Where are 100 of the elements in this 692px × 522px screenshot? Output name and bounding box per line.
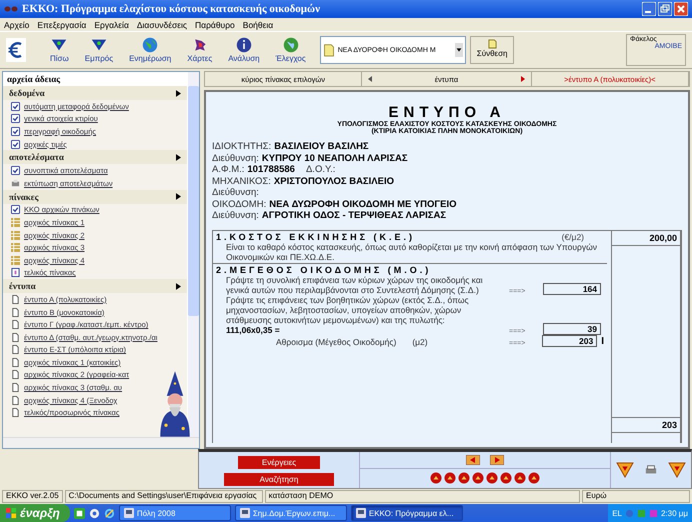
euro-icon <box>6 38 26 62</box>
status-field: Ευρώ <box>582 490 690 503</box>
field-label: ΙΔΙΟΚΤΗΤΗΣ: <box>212 141 272 152</box>
nav-button-icon[interactable] <box>472 472 484 484</box>
nav-button-icon[interactable] <box>486 472 498 484</box>
window-title: ΕΚΚΟ: Πρόγραμμα ελαχίστου κόστους κατασκευής οικοδομών <box>22 3 321 15</box>
windows-logo-icon <box>6 508 17 518</box>
minimize-icon[interactable] <box>642 2 656 16</box>
status-field: C:\Documents and Settings\user\Επιφάνεια εργασίας <box>64 490 263 503</box>
value-cell: 200,00 <box>612 230 680 246</box>
menu-item[interactable]: Επεξεργασία <box>37 20 86 30</box>
field-label: ΟΙΚΟΔΟΜΗ: <box>212 198 266 210</box>
nav-button-icon[interactable] <box>444 472 456 484</box>
toolbar-button[interactable]: Χάρτες <box>181 37 218 63</box>
menu-item[interactable]: Διασυνδέσεις <box>136 20 188 30</box>
folder-icon <box>322 42 335 58</box>
last-record-icon[interactable] <box>490 455 504 465</box>
menu-item[interactable]: Βοήθεια <box>242 20 274 30</box>
clock: 2:30 μμ <box>660 508 688 518</box>
triangle-icon[interactable] <box>616 462 634 478</box>
restore-icon[interactable] <box>658 2 672 16</box>
value-field[interactable]: 39 <box>543 322 601 334</box>
printer-icon[interactable] <box>644 464 657 476</box>
cursor-marker: I <box>601 336 604 346</box>
arrow-right-icon <box>176 90 181 96</box>
status-field: ΕΚΚΟ ver.2.05 <box>2 490 63 503</box>
horizontal-scrollbar[interactable] <box>3 437 199 448</box>
arrow-left-icon[interactable] <box>368 76 372 82</box>
group-header[interactable]: έντυπα <box>3 279 187 294</box>
globe-icon <box>141 37 160 53</box>
field-value: 101788586 <box>247 164 295 176</box>
checkbox-icon <box>11 126 20 136</box>
group-header[interactable]: πίνακες <box>3 190 187 204</box>
field-label: Δ.Ο.Υ.: <box>306 164 336 176</box>
triangle-icon[interactable] <box>668 462 686 478</box>
menu-item[interactable]: Παράθυρο <box>195 20 235 30</box>
checkbox-icon <box>11 102 20 111</box>
arrow-right-icon <box>176 154 181 161</box>
unit-label: (€/μ2) <box>562 232 584 242</box>
triangle-icon <box>90 37 108 53</box>
form-title: ΕΝΤΥΠΟ Α <box>388 104 506 121</box>
browser-icon[interactable] <box>104 508 115 518</box>
taskbar-button[interactable]: Σημ.Δομ.Έργων.επιμ... <box>234 505 347 521</box>
app-icon[interactable] <box>74 508 85 518</box>
toolbar-button[interactable]: Ανάλυση <box>222 37 266 63</box>
language-indicator[interactable]: EL <box>612 508 622 518</box>
toolbar-button[interactable]: Πίσω <box>44 37 75 63</box>
group-header[interactable]: δεδομένα <box>3 86 187 100</box>
sidebar-title: αρχεία άδειας <box>3 72 187 86</box>
caret-icon <box>454 43 463 57</box>
toolbar-button[interactable]: Ενημέρωση <box>123 37 178 63</box>
globe-icon <box>282 37 300 53</box>
menu-item[interactable]: Εργαλεία <box>94 20 129 30</box>
actions-button[interactable]: Ενέργειες <box>238 456 320 469</box>
value-field[interactable]: 203 <box>542 334 598 346</box>
arrow-right-icon <box>176 282 181 290</box>
nav-button-icon[interactable] <box>514 472 526 484</box>
formula-text: 111,06x0,35 = <box>226 324 280 334</box>
checkbox-icon <box>11 140 20 149</box>
table-icon <box>11 230 20 240</box>
app-icon[interactable] <box>88 508 100 518</box>
triangle-icon <box>50 37 68 53</box>
field-label: Διεύθυνση: <box>212 210 259 222</box>
taskbar-button[interactable]: Πόλη 2008 <box>118 505 231 521</box>
field-label: Διεύθυνση: <box>212 152 259 164</box>
window-icon <box>240 508 250 518</box>
start-button[interactable]: έναρξη <box>0 504 70 522</box>
status-field: κατάσταση DEMO <box>264 490 580 503</box>
compose-button[interactable]: Σύνθεση <box>470 36 514 64</box>
field-value: ΚΥΠΡΟΥ 10 ΝΕΑΠΟΛΗ ΛΑΡΙΣΑΣ <box>262 152 408 164</box>
toolbar-button[interactable]: Εμπρός <box>78 37 120 63</box>
field-value: ΝΕΑ ΔΥΩΡΟΦΗ ΟΙΚΟΔΟΜΗ ΜΕ ΥΠΟΓΕΙΟ <box>269 198 456 210</box>
sheet-icon <box>11 268 20 278</box>
info-icon <box>234 37 253 53</box>
section-heading: 1.ΚΟΣΤΟΣ ΕΚΚΙΝΗΣΗΣ (Κ.Ε.) <box>216 232 416 242</box>
menu-item[interactable]: Αρχείο <box>4 20 30 30</box>
glasses-icon <box>4 5 18 13</box>
table-icon <box>11 256 20 265</box>
close-icon[interactable] <box>674 2 688 16</box>
field-label: ΜΗΧΑΝΙΚΟΣ: <box>212 176 271 187</box>
nav-button-icon[interactable] <box>458 472 470 484</box>
group-header[interactable]: αποτελέσματα <box>3 150 187 164</box>
sum-label: Αθροισμα (Μέγεθος Οικοδομής) <box>276 336 396 346</box>
search-button[interactable]: Αναζήτηση <box>224 473 334 486</box>
checkbox-icon <box>11 114 20 124</box>
arrow-right-icon[interactable] <box>520 76 525 82</box>
field-value: ΒΑΣΙΛΕΙΟΥ ΒΑΣΙΛΗΣ <box>274 141 369 152</box>
vertical-scrollbar[interactable] <box>188 72 199 438</box>
value-field[interactable]: 164 <box>543 282 601 294</box>
nav-button-icon[interactable] <box>528 472 540 484</box>
field-value: ΧΡΙΣΤΟΠΟΥΛΟΣ ΒΑΣΙΛΕΙΟ <box>274 176 394 187</box>
toolbar-button[interactable]: Έλεγχος <box>270 37 312 63</box>
first-record-icon[interactable] <box>466 455 480 465</box>
section-text: Γράψτε τις επιφάνειες των βοηθητικών χώρων (εκτός Σ.Δ., όπως μηχανοστασίων, λεβητοστασίων, υπογείων αποθηκών, χώρων στάθμευσης αυτοκινήτων μεμονωμένων) και της πυλωτής: <box>226 294 469 324</box>
unit-label: (μ2) <box>412 336 428 346</box>
value-cell: 203 <box>612 417 680 433</box>
nav-button-icon[interactable] <box>430 472 442 484</box>
printer-icon <box>11 178 20 188</box>
nav-button-icon[interactable] <box>500 472 512 484</box>
taskbar-button[interactable]: ΕΚΚΟ: Πρόγραμμα ελ... <box>350 505 463 521</box>
